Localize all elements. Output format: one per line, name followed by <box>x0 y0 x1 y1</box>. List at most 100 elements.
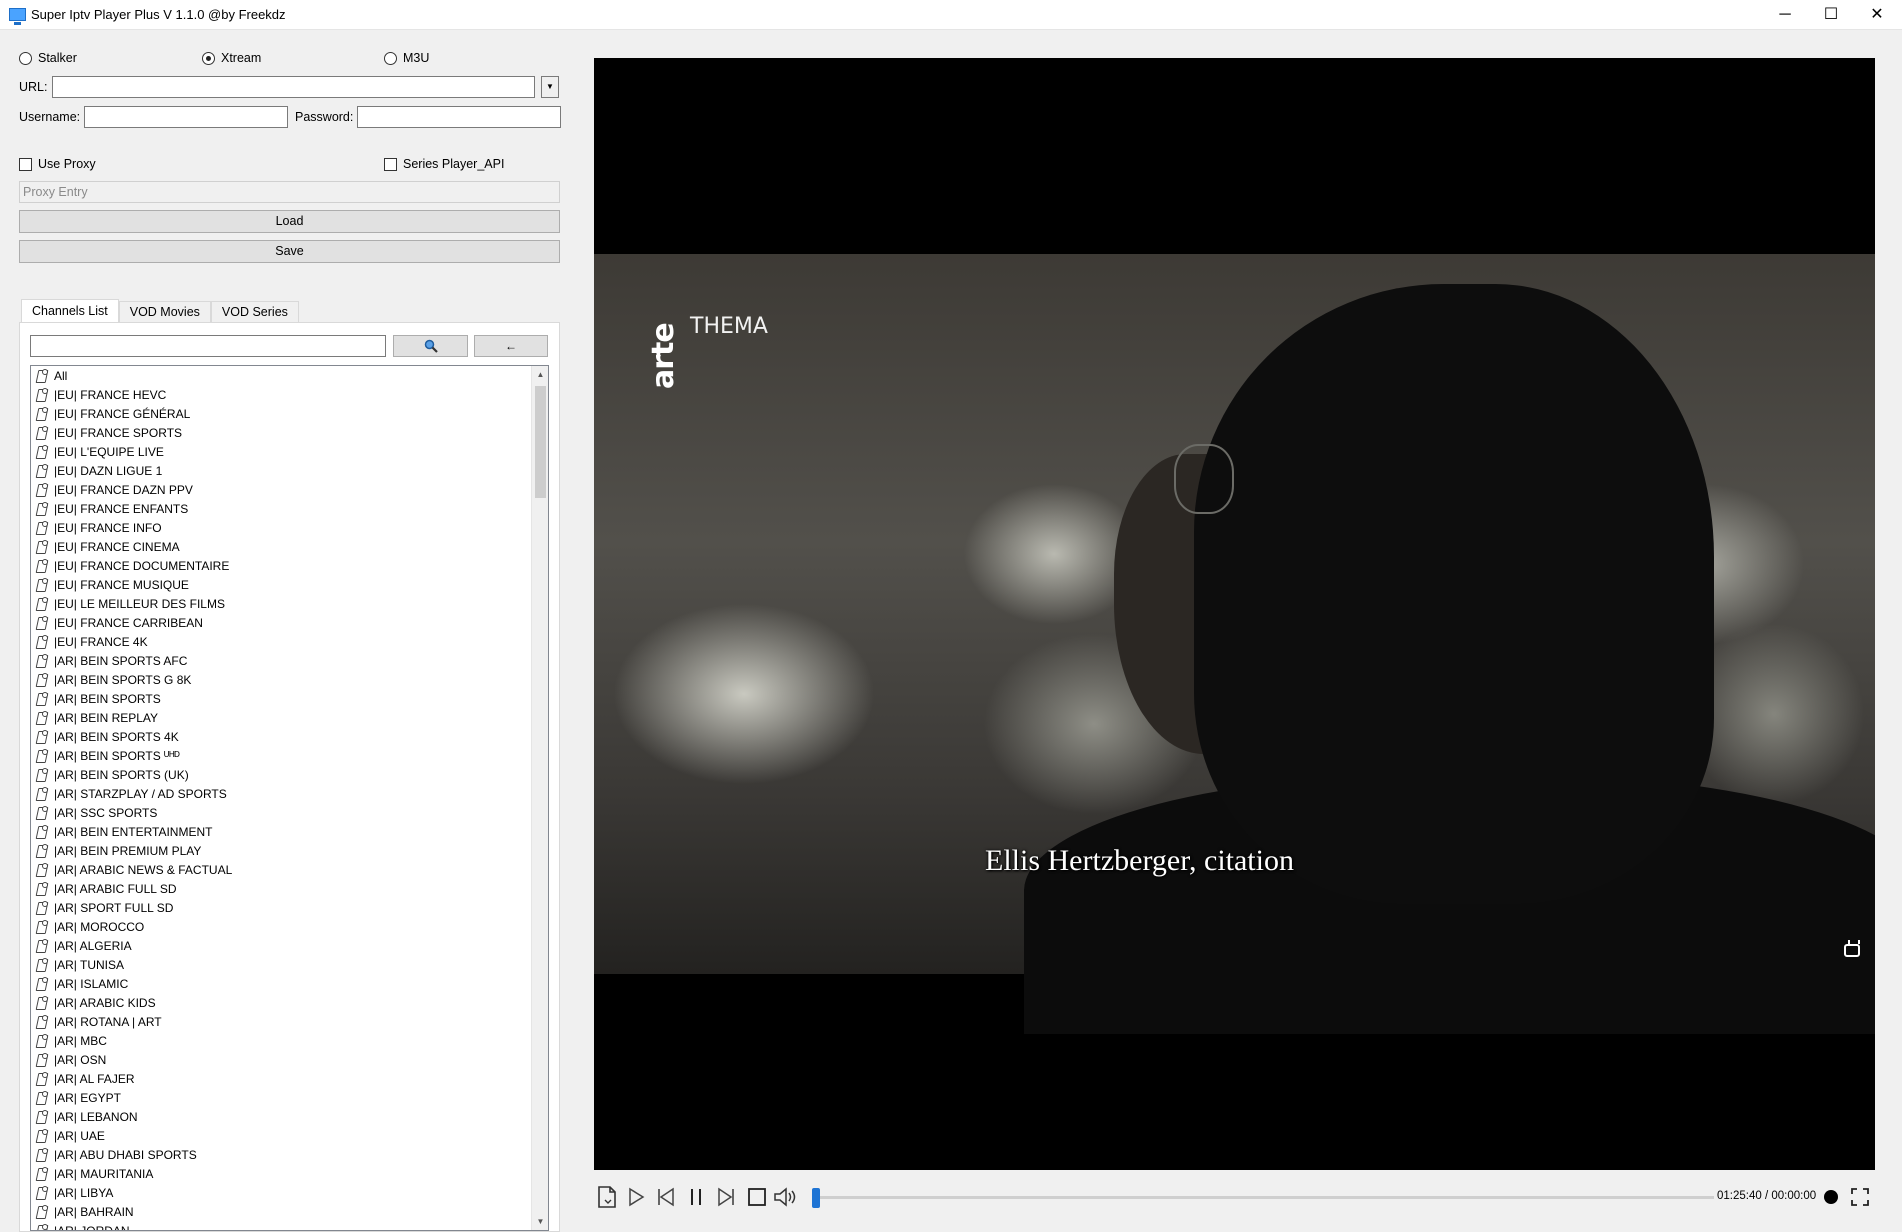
list-item[interactable]: All <box>31 366 531 385</box>
list-item[interactable]: |AR| AL FAJER <box>31 1069 531 1088</box>
list-item[interactable]: |AR| STARZPLAY / AD SPORTS <box>31 784 531 803</box>
radio-stalker[interactable]: Stalker <box>19 51 77 65</box>
list-item-label: |AR| ABU DHABI SPORTS <box>54 1147 197 1162</box>
list-item[interactable]: |EU| FRANCE 4K <box>31 632 531 651</box>
list-item[interactable]: |AR| OSN <box>31 1050 531 1069</box>
radio-m3u[interactable]: M3U <box>384 51 429 65</box>
tab-channels-list[interactable]: Channels List <box>21 299 119 323</box>
channel-folder-icon <box>35 387 48 402</box>
list-item[interactable]: |AR| BEIN PREMIUM PLAY <box>31 841 531 860</box>
play-button[interactable] <box>623 1184 649 1210</box>
tab-vod-series[interactable]: VOD Series <box>210 301 299 323</box>
close-button[interactable]: ✕ <box>1854 0 1900 30</box>
list-item[interactable]: |AR| BEIN SPORTS ᵁᴴᴰ <box>31 746 531 765</box>
list-item[interactable]: |AR| BEIN SPORTS (UK) <box>31 765 531 784</box>
channel-folder-icon <box>35 1204 48 1219</box>
list-item[interactable]: |EU| FRANCE DOCUMENTAIRE <box>31 556 531 575</box>
channel-list-scrollbar[interactable]: ▲ ▼ <box>531 366 548 1230</box>
list-item[interactable]: |EU| L'EQUIPE LIVE <box>31 442 531 461</box>
list-item[interactable]: |AR| BAHRAIN <box>31 1202 531 1221</box>
list-item[interactable]: |AR| BEIN ENTERTAINMENT <box>31 822 531 841</box>
next-button[interactable] <box>713 1184 739 1210</box>
list-item[interactable]: |AR| MBC <box>31 1031 531 1050</box>
channel-folder-icon <box>35 672 48 687</box>
channel-folder-icon <box>35 862 48 877</box>
list-item[interactable]: |EU| FRANCE ENFANTS <box>31 499 531 518</box>
scrollbar-thumb[interactable] <box>535 386 546 498</box>
list-item[interactable]: |AR| BEIN SPORTS <box>31 689 531 708</box>
list-item-label: |EU| FRANCE 4K <box>54 634 148 649</box>
minimize-button[interactable]: ─ <box>1762 0 1808 30</box>
previous-button[interactable] <box>653 1184 679 1210</box>
list-item[interactable]: |EU| FRANCE DAZN PPV <box>31 480 531 499</box>
list-item-label: |AR| JORDAN <box>54 1223 130 1231</box>
list-item[interactable]: |AR| ALGERIA <box>31 936 531 955</box>
list-item-label: |AR| BAHRAIN <box>54 1204 134 1219</box>
use-proxy-checkbox[interactable]: Use Proxy <box>19 157 96 171</box>
url-dropdown-button[interactable]: ▼ <box>541 76 559 98</box>
next-icon <box>718 1187 734 1207</box>
list-item[interactable]: |AR| ROTANA | ART <box>31 1012 531 1031</box>
scroll-down-arrow-icon[interactable]: ▼ <box>532 1213 548 1230</box>
list-item[interactable]: |AR| LIBYA <box>31 1183 531 1202</box>
list-item[interactable]: |AR| BEIN REPLAY <box>31 708 531 727</box>
list-item[interactable]: |AR| SPORT FULL SD <box>31 898 531 917</box>
list-item[interactable]: |EU| FRANCE GÉNÉRAL <box>31 404 531 423</box>
list-item[interactable]: |EU| FRANCE MUSIQUE <box>31 575 531 594</box>
username-label: Username: <box>19 110 81 124</box>
password-field[interactable] <box>357 106 561 128</box>
series-player-api-checkbox[interactable]: Series Player_API <box>384 157 504 171</box>
list-item[interactable]: |EU| FRANCE CINEMA <box>31 537 531 556</box>
proxy-entry-field[interactable]: Proxy Entry <box>19 181 560 203</box>
username-field[interactable] <box>84 106 288 128</box>
pause-button[interactable] <box>683 1184 709 1210</box>
list-item[interactable]: |AR| SSC SPORTS <box>31 803 531 822</box>
fullscreen-button[interactable] <box>1847 1184 1873 1210</box>
list-item-label: |AR| TUNISA <box>54 957 125 972</box>
list-item[interactable]: |AR| ISLAMIC <box>31 974 531 993</box>
list-item[interactable]: |AR| JORDAN <box>31 1221 531 1231</box>
list-item[interactable]: |AR| ARABIC FULL SD <box>31 879 531 898</box>
stop-button[interactable] <box>744 1184 770 1210</box>
list-item[interactable]: |AR| ABU DHABI SPORTS <box>31 1145 531 1164</box>
list-item[interactable]: |EU| FRANCE INFO <box>31 518 531 537</box>
list-item[interactable]: |EU| FRANCE CARRIBEAN <box>31 613 531 632</box>
list-item[interactable]: |AR| BEIN SPORTS 4K <box>31 727 531 746</box>
list-item[interactable]: |EU| FRANCE SPORTS <box>31 423 531 442</box>
volume-button[interactable] <box>773 1184 799 1210</box>
load-button[interactable]: Load <box>19 210 560 233</box>
channel-folder-icon <box>35 368 48 383</box>
list-item[interactable]: |AR| TUNISA <box>31 955 531 974</box>
list-item[interactable]: |EU| DAZN LIGUE 1 <box>31 461 531 480</box>
back-button[interactable]: ← <box>474 335 548 357</box>
list-item[interactable]: |AR| BEIN SPORTS AFC <box>31 651 531 670</box>
maximize-button[interactable]: ☐ <box>1808 0 1854 30</box>
list-item-label: |AR| MAURITANIA <box>54 1166 154 1181</box>
save-button[interactable]: Save <box>19 240 560 263</box>
record-icon[interactable] <box>1824 1190 1838 1204</box>
list-item[interactable]: |AR| UAE <box>31 1126 531 1145</box>
list-item[interactable]: |AR| EGYPT <box>31 1088 531 1107</box>
search-button[interactable] <box>393 335 468 357</box>
radio-xtream[interactable]: Xtream <box>202 51 261 65</box>
channel-folder-icon <box>35 805 48 820</box>
channel-folder-icon <box>35 1147 48 1162</box>
tab-vod-movies[interactable]: VOD Movies <box>118 301 211 323</box>
list-item[interactable]: |AR| MAURITANIA <box>31 1164 531 1183</box>
list-item[interactable]: |AR| BEIN SPORTS G 8K <box>31 670 531 689</box>
url-label: URL: <box>19 80 48 94</box>
open-file-button[interactable] <box>594 1184 620 1210</box>
list-item[interactable]: |EU| FRANCE HEVC <box>31 385 531 404</box>
scroll-up-arrow-icon[interactable]: ▲ <box>532 366 548 383</box>
list-item[interactable]: |AR| LEBANON <box>31 1107 531 1126</box>
video-player[interactable]: arte THEMA Ellis Hertzberger, citation <box>594 58 1875 1170</box>
list-item[interactable]: |AR| ARABIC KIDS <box>31 993 531 1012</box>
url-field[interactable] <box>52 76 535 98</box>
list-item[interactable]: |AR| ARABIC NEWS & FACTUAL <box>31 860 531 879</box>
list-item[interactable]: |AR| MOROCCO <box>31 917 531 936</box>
channel-search-input[interactable] <box>30 335 386 357</box>
seek-handle[interactable] <box>812 1188 820 1208</box>
seek-bar[interactable] <box>812 1196 1714 1199</box>
channel-folder-icon <box>35 786 48 801</box>
list-item[interactable]: |EU| LE MEILLEUR DES FILMS <box>31 594 531 613</box>
